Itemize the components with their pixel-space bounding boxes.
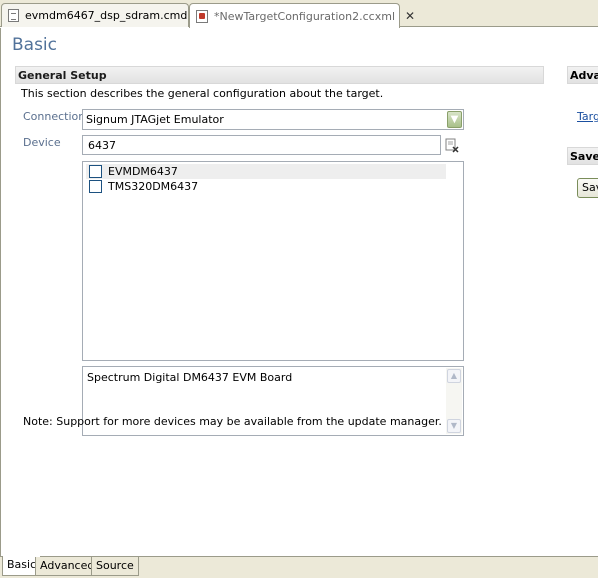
page-title: Basic bbox=[12, 35, 58, 55]
tab-source[interactable]: Source bbox=[91, 557, 139, 576]
device-label: Device bbox=[23, 136, 61, 149]
form-editor: Basic General Setup This section describ… bbox=[0, 28, 598, 556]
device-filter-value: 6437 bbox=[88, 139, 116, 152]
close-icon[interactable]: ✕ bbox=[405, 10, 415, 22]
device-label: TMS320DM6437 bbox=[108, 180, 199, 193]
device-label: EVMDM6437 bbox=[108, 165, 178, 178]
chevron-down-icon[interactable]: ▼ bbox=[447, 111, 462, 128]
editor-tab-ccxml[interactable]: *NewTargetConfiguration2.ccxml ✕ bbox=[189, 3, 415, 28]
section-title: General Setup bbox=[18, 69, 107, 82]
save-section-header: Save bbox=[567, 147, 598, 165]
tab-advanced[interactable]: Advanced bbox=[35, 557, 100, 576]
save-button[interactable]: Sav bbox=[577, 178, 598, 198]
device-filter-input[interactable]: 6437 bbox=[82, 135, 441, 155]
device-description: Spectrum Digital DM6437 EVM Board bbox=[87, 371, 293, 384]
update-manager-note: Note: Support for more devices may be av… bbox=[23, 415, 442, 428]
device-checkbox[interactable] bbox=[89, 165, 102, 178]
scroll-up-icon[interactable]: ▲ bbox=[447, 369, 461, 383]
device-list[interactable]: EVMDM6437 TMS320DM6437 bbox=[82, 161, 464, 361]
editor-tab-strip: evmdm6467_dsp_sdram.cmd *NewTargetConfig… bbox=[0, 0, 598, 28]
target-config-icon bbox=[196, 9, 208, 23]
advanced-section-header: Adva bbox=[567, 66, 598, 84]
connection-label: Connection bbox=[23, 110, 86, 123]
editor-tab-cmd[interactable]: evmdm6467_dsp_sdram.cmd bbox=[1, 3, 189, 27]
connection-value: Signum JTAGjet Emulator bbox=[86, 113, 224, 126]
general-setup-header: General Setup bbox=[15, 66, 544, 84]
connection-select[interactable]: Signum JTAGjet Emulator ▼ bbox=[82, 109, 464, 130]
list-item[interactable]: TMS320DM6437 bbox=[86, 179, 446, 194]
editor-tab-label: evmdm6467_dsp_sdram.cmd bbox=[25, 9, 188, 22]
list-item[interactable]: EVMDM6437 bbox=[86, 164, 446, 179]
scroll-down-icon[interactable]: ▼ bbox=[447, 419, 461, 433]
vertical-scrollbar[interactable]: ▲ ▼ bbox=[446, 368, 462, 434]
section-title: Adva bbox=[570, 69, 598, 82]
target-link[interactable]: Targ bbox=[577, 110, 598, 123]
file-icon bbox=[8, 9, 19, 22]
page-tab-strip: Basic Advanced Source bbox=[0, 556, 598, 578]
device-checkbox[interactable] bbox=[89, 180, 102, 193]
editor-tab-label: *NewTargetConfiguration2.ccxml bbox=[214, 9, 395, 23]
section-title: Save bbox=[570, 150, 598, 163]
clear-filter-icon[interactable] bbox=[445, 138, 459, 153]
section-description: This section describes the general confi… bbox=[21, 87, 384, 100]
